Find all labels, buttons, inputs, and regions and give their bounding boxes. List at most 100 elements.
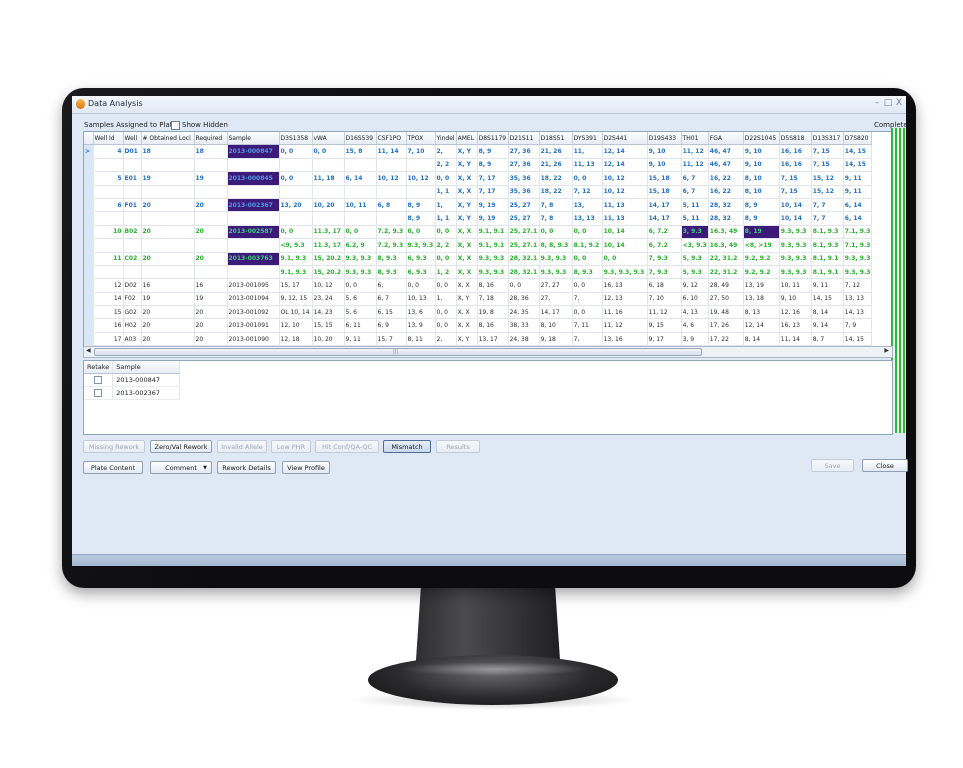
- table-cell[interactable]: 11, 13: [572, 158, 603, 173]
- table-cell[interactable]: 5, 6: [344, 305, 377, 320]
- table-cell[interactable]: 13, 18: [743, 292, 780, 307]
- table-cell[interactable]: 18, 22: [539, 171, 573, 186]
- table-cell[interactable]: 16: [194, 278, 228, 293]
- table-cell[interactable]: 2, 2: [435, 158, 457, 173]
- table-cell[interactable]: [123, 211, 142, 226]
- table-cell[interactable]: X, X: [456, 225, 478, 240]
- table-cell[interactable]: 18: [141, 144, 195, 159]
- table-cell[interactable]: 20: [194, 225, 228, 240]
- table-cell[interactable]: 10, 20: [312, 198, 345, 213]
- table-cell[interactable]: 6, 9.3: [406, 265, 436, 280]
- table-cell[interactable]: 9, 15: [647, 318, 682, 333]
- table-cell[interactable]: 0, 0: [508, 278, 540, 293]
- table-cell[interactable]: X, X: [456, 278, 478, 293]
- table-cell[interactable]: [312, 158, 345, 173]
- table-cell[interactable]: 14, 15: [843, 332, 873, 347]
- row-indicator[interactable]: [84, 265, 94, 280]
- column-header[interactable]: TH01: [681, 132, 709, 146]
- table-cell[interactable]: 9.3, 9.3: [843, 265, 873, 280]
- table-cell[interactable]: 7, 12: [843, 278, 873, 293]
- table-cell[interactable]: 9, 11: [344, 332, 377, 347]
- table-cell[interactable]: 9.3, 9.3: [477, 252, 509, 266]
- row-indicator[interactable]: [84, 198, 94, 213]
- table-cell[interactable]: 6,: [376, 278, 407, 293]
- table-row[interactable]: 15 G02 20 20 2013-001092 OL 10, 14 14, 23 5, 66…: [84, 305, 873, 320]
- table-cell[interactable]: 2013-000845: [227, 171, 280, 186]
- table-cell[interactable]: [227, 211, 280, 226]
- table-cell[interactable]: 8, 9.3: [376, 265, 407, 280]
- table-cell[interactable]: [93, 158, 124, 173]
- table-cell[interactable]: 6, 14: [843, 198, 873, 213]
- table-cell[interactable]: [376, 185, 407, 199]
- table-cell[interactable]: [93, 265, 124, 280]
- table-cell[interactable]: 13, 20: [279, 198, 313, 213]
- table-row[interactable]: 1, 1 X, X 7, 17 35, 36 18, 22 7, 12 10, 12 15, …: [84, 185, 873, 199]
- table-cell[interactable]: 0, 0: [279, 144, 313, 159]
- scroll-right-icon[interactable]: ▶: [884, 347, 889, 354]
- table-cell[interactable]: 28, 36: [508, 292, 540, 307]
- column-header[interactable]: D13S317: [811, 132, 844, 146]
- table-cell[interactable]: 4, 6: [681, 318, 709, 333]
- table-cell[interactable]: 12: [93, 278, 124, 293]
- table-cell[interactable]: 8.1, 9.2: [572, 238, 603, 253]
- table-cell[interactable]: 6, 14: [843, 211, 873, 226]
- table-row[interactable]: 2, 2 X, Y 8, 9 27, 36 21, 26 11, 13 12, 14 9, 1…: [84, 158, 873, 173]
- row-indicator[interactable]: [84, 158, 94, 173]
- table-cell[interactable]: [279, 185, 313, 199]
- table-cell[interactable]: 7, 15: [811, 158, 844, 173]
- table-cell[interactable]: 16, 16: [779, 158, 812, 173]
- table-cell[interactable]: 14, 15: [843, 158, 873, 173]
- table-cell[interactable]: 1, 1: [435, 211, 457, 226]
- table-cell[interactable]: 5, 11: [681, 198, 709, 213]
- column-header[interactable]: # Obtained Loci: [141, 132, 195, 146]
- table-cell[interactable]: 0, 0: [344, 225, 377, 240]
- table-cell[interactable]: 28, 32.1: [508, 265, 540, 280]
- column-header[interactable]: Sample: [227, 132, 280, 146]
- table-cell[interactable]: 19, 48: [708, 305, 744, 320]
- row-indicator[interactable]: [84, 185, 94, 199]
- table-cell[interactable]: [312, 211, 345, 226]
- table-cell[interactable]: 9, 10: [743, 158, 780, 173]
- table-cell[interactable]: 24, 38: [508, 332, 540, 347]
- table-cell[interactable]: 15, 18: [647, 185, 682, 199]
- table-cell[interactable]: 9.3, 9.3: [843, 252, 873, 266]
- table-cell[interactable]: [141, 185, 195, 199]
- missing-rework-button[interactable]: Missing Rework: [83, 440, 145, 453]
- table-cell[interactable]: X, Y: [456, 144, 478, 159]
- table-cell[interactable]: 8, 9: [477, 144, 509, 159]
- table-cell[interactable]: 5, 9.3: [681, 265, 709, 280]
- table-cell[interactable]: G02: [123, 305, 142, 320]
- table-cell[interactable]: 15, 18: [647, 171, 682, 186]
- table-cell[interactable]: [279, 158, 313, 173]
- table-cell[interactable]: 0, 0: [435, 318, 457, 333]
- table-cell[interactable]: 9, 11: [843, 171, 873, 186]
- table-cell[interactable]: 3, 9.3: [681, 225, 709, 240]
- table-cell[interactable]: 17, 22: [708, 332, 744, 347]
- column-header[interactable]: Sample: [112, 361, 181, 374]
- table-cell[interactable]: 6, 7: [681, 185, 709, 199]
- table-cell[interactable]: 15, 20.2: [312, 252, 345, 266]
- table-cell[interactable]: 7.1, 9.3: [843, 225, 873, 240]
- table-cell[interactable]: 18, 22: [539, 185, 573, 199]
- table-cell[interactable]: 0, 0: [572, 171, 603, 186]
- table-cell[interactable]: 5: [93, 171, 124, 186]
- table-cell[interactable]: D01: [123, 144, 142, 159]
- table-cell[interactable]: 2013-001091: [227, 318, 280, 333]
- table-row[interactable]: 8, 9 1, 1 X, Y 9, 19 25, 27 7, 8 13, 13 11, 13 1…: [84, 211, 873, 226]
- table-cell[interactable]: 0, 0: [435, 225, 457, 240]
- table-cell[interactable]: 16, 13: [602, 278, 648, 293]
- table-cell[interactable]: 7.2, 9.3: [376, 238, 407, 253]
- hit-conf-qa-qc-button[interactable]: Hit Conf/QA-QC: [315, 440, 379, 453]
- horizontal-scrollbar[interactable]: ◀ ||| ▶: [83, 346, 893, 358]
- table-cell[interactable]: 11, 13: [602, 198, 648, 213]
- table-cell[interactable]: 2013-001095: [227, 278, 280, 293]
- table-cell[interactable]: 14, 15: [843, 144, 873, 159]
- table-cell[interactable]: 13, 16: [602, 332, 648, 347]
- table-cell[interactable]: 2013-002587: [227, 225, 280, 240]
- table-cell[interactable]: 11, 14: [376, 144, 407, 159]
- table-cell[interactable]: 16.3, 49: [708, 225, 744, 240]
- table-cell[interactable]: 38, 33: [508, 318, 540, 333]
- table-cell[interactable]: 1,: [435, 292, 457, 307]
- table-cell[interactable]: 15: [93, 305, 124, 320]
- table-cell[interactable]: X, Y: [456, 211, 478, 226]
